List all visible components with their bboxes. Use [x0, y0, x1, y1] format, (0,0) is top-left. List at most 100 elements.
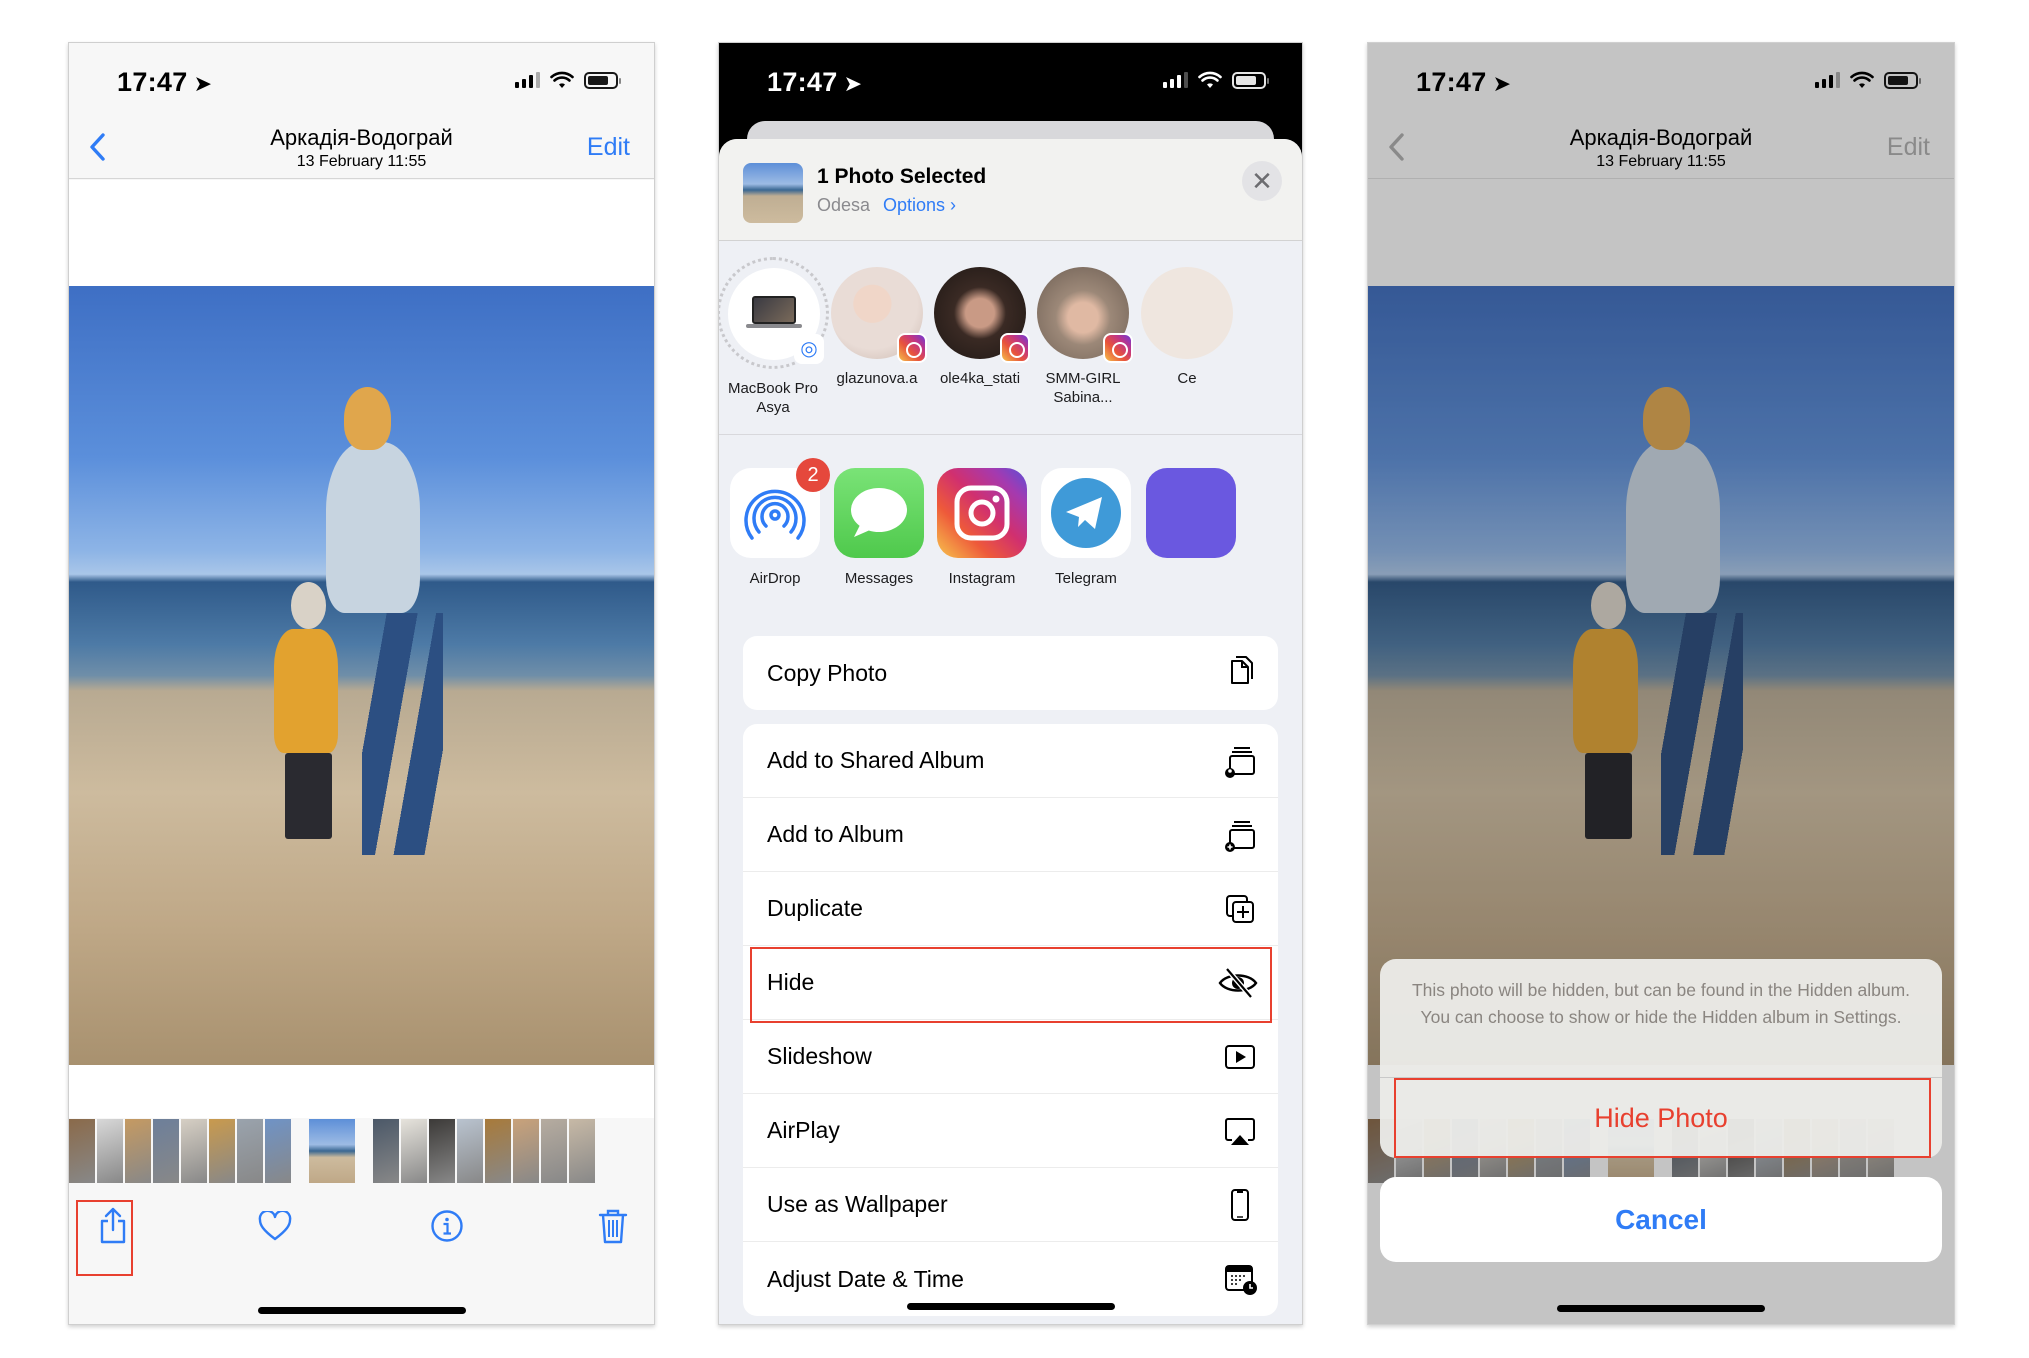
action-duplicate[interactable]: Duplicate — [743, 872, 1278, 946]
status-bar: 17:47 ➤ — [719, 43, 1302, 121]
action-airplay[interactable]: AirPlay — [743, 1094, 1278, 1168]
person-glazunova[interactable]: glazunova.a — [817, 267, 937, 388]
thumbnail[interactable] — [209, 1119, 235, 1183]
current-thumbnail[interactable] — [309, 1119, 355, 1183]
info-icon — [431, 1210, 463, 1242]
wifi-icon — [1850, 71, 1874, 88]
laptop-icon — [746, 296, 802, 328]
action-label: Use as Wallpaper — [767, 1191, 948, 1217]
action-hide[interactable]: Hide — [743, 946, 1278, 1020]
actions-group-copy: Copy Photo — [743, 636, 1278, 710]
app-telegram[interactable]: Telegram — [1026, 468, 1146, 587]
action-label: Copy Photo — [767, 659, 888, 686]
location-arrow-icon: ➤ — [193, 71, 213, 96]
hide-photo-button[interactable]: Hide Photo — [1380, 1077, 1942, 1158]
nav-bar: Аркадія-Водограй 13 February 11:55 Edit — [69, 121, 654, 179]
status-time-text: 17:47 — [1416, 67, 1487, 97]
beach-photo[interactable] — [69, 286, 654, 1065]
thumbnail[interactable] — [513, 1119, 539, 1183]
home-indicator[interactable] — [906, 1303, 1115, 1310]
edit-button[interactable]: Edit — [1887, 133, 1930, 162]
status-time: 17:47 ➤ — [1416, 67, 1511, 98]
thumbnail[interactable] — [237, 1119, 263, 1183]
person-name: MacBook Pro Asya — [727, 380, 819, 416]
avatar — [1037, 267, 1133, 363]
shared-album-icon — [1225, 746, 1255, 778]
actions-group-main: Add to Shared Album Add to Album Duplica… — [743, 724, 1278, 1316]
app-instagram[interactable]: Instagram — [922, 468, 1042, 587]
photo-viewer[interactable] — [69, 180, 654, 1118]
thumbnail-strip[interactable] — [69, 1119, 654, 1183]
trash-icon — [598, 1209, 628, 1244]
thumbnail-gap — [357, 1119, 371, 1183]
share-people-row[interactable]: ◎ MacBook Pro Asya glazunova.a ole4ka_sta… — [719, 241, 1302, 435]
thumbnail[interactable] — [181, 1119, 207, 1183]
options-link[interactable]: Options › — [883, 195, 956, 216]
home-indicator[interactable] — [1557, 1305, 1765, 1312]
action-label: Duplicate — [767, 895, 863, 921]
share-icon — [100, 1207, 126, 1244]
cancel-button[interactable]: Cancel — [1380, 1177, 1942, 1262]
share-sheet: 1 Photo Selected Odesa Options › ✕ ◎ Mac… — [719, 139, 1302, 1324]
person-smm-girl-sabina[interactable]: SMM-GIRL Sabina... — [1023, 267, 1143, 407]
eye-slash-icon — [1218, 966, 1258, 999]
favorite-button[interactable] — [253, 1202, 297, 1250]
album-title: Аркадія-Водограй — [1569, 125, 1753, 150]
thumbnail[interactable] — [125, 1119, 151, 1183]
airdrop-icon: 2 — [730, 458, 830, 558]
avatar — [934, 267, 1030, 363]
thumbnail[interactable] — [373, 1119, 399, 1183]
action-copy-photo[interactable]: Copy Photo — [743, 636, 1278, 710]
share-apps-row[interactable]: 2 AirDrop Messages Instagram Telegram — [719, 436, 1302, 616]
action-slideshow[interactable]: Slideshow — [743, 1020, 1278, 1094]
airplay-icon — [1225, 1117, 1255, 1145]
person-name: Ce — [1177, 370, 1197, 387]
edit-button[interactable]: Edit — [587, 133, 630, 162]
avatar — [1141, 267, 1233, 359]
photo-location: Odesa — [817, 195, 871, 215]
thumbnail[interactable] — [153, 1119, 179, 1183]
thumbnail[interactable] — [97, 1119, 123, 1183]
duplicate-icon — [1226, 894, 1254, 923]
person-name: SMM-GIRL Sabina... — [1045, 370, 1121, 406]
info-button[interactable] — [425, 1202, 469, 1250]
avatar — [831, 267, 927, 363]
thumbnail[interactable] — [457, 1119, 483, 1183]
thumbnail[interactable] — [429, 1119, 455, 1183]
thumbnail[interactable] — [569, 1119, 595, 1183]
hide-message: This photo will be hidden, but can be fo… — [1411, 980, 1911, 1027]
delete-button[interactable] — [591, 1202, 635, 1250]
action-use-as-wallpaper[interactable]: Use as Wallpaper — [743, 1168, 1278, 1242]
photo-view-screen: 17:47 ➤ Аркадія-Водограй 13 February 11:5… — [68, 42, 655, 1325]
app-messages[interactable]: Messages — [819, 468, 939, 587]
thumbnail[interactable] — [69, 1119, 95, 1183]
close-button[interactable]: ✕ — [1242, 161, 1282, 201]
thumbnail[interactable] — [265, 1119, 291, 1183]
beach-photo[interactable] — [1368, 286, 1954, 1065]
instagram-icon — [937, 468, 1027, 558]
person-macbook-pro-asya[interactable]: ◎ MacBook Pro Asya — [719, 257, 833, 417]
share-button[interactable] — [91, 1202, 135, 1250]
selected-photo-thumbnail — [743, 163, 803, 223]
app-airdrop[interactable]: 2 AirDrop — [719, 458, 835, 587]
messages-icon — [834, 468, 924, 558]
action-label: Add to Shared Album — [767, 747, 985, 773]
battery-icon — [1884, 71, 1921, 89]
thumbnail[interactable] — [401, 1119, 427, 1183]
battery-icon — [1232, 71, 1269, 89]
person-ole4ka[interactable]: ole4ka_stati — [920, 267, 1040, 388]
cellular-signal-icon — [515, 72, 540, 88]
photo-date: 13 February 11:55 — [1596, 153, 1726, 170]
action-label: Add to Album — [767, 821, 904, 847]
thumbnail[interactable] — [541, 1119, 567, 1183]
thumbnail[interactable] — [485, 1119, 511, 1183]
person-partial[interactable]: Ce — [1127, 267, 1247, 388]
action-add-to-album[interactable]: Add to Album — [743, 798, 1278, 872]
home-indicator[interactable] — [257, 1307, 466, 1314]
status-time-text: 17:47 — [117, 67, 188, 97]
wifi-icon — [1198, 71, 1222, 88]
calendar-clock-icon — [1225, 1265, 1257, 1295]
hide-confirmation-screen: 17:47 ➤ Аркадія-Водограй 13 February 11:5… — [1367, 42, 1955, 1325]
action-add-to-shared-album[interactable]: Add to Shared Album — [743, 724, 1278, 798]
app-partial[interactable] — [1131, 468, 1251, 558]
